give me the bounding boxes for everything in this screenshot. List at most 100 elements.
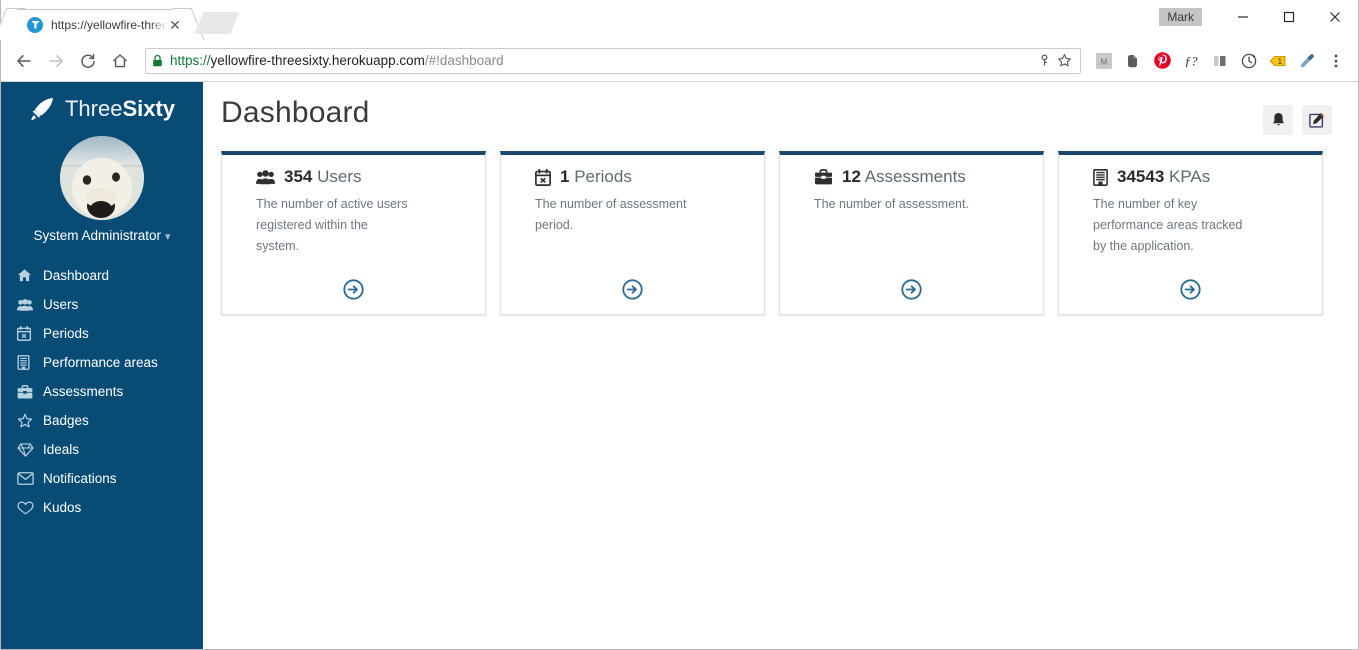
sidebar-item-notifications[interactable]: Notifications [1, 464, 203, 493]
sidebar-item-label: Assessments [43, 384, 124, 399]
card-title: 34543 KPAs [1117, 167, 1210, 187]
card-number: 354 [284, 167, 313, 186]
stat-cards: 354 Users The number of active users reg… [217, 151, 1332, 315]
stat-card-users[interactable]: 354 Users The number of active users reg… [221, 151, 486, 315]
chrome-menu-icon[interactable] [1322, 47, 1350, 75]
sidebar-item-assessments[interactable]: Assessments [1, 377, 203, 406]
evernote-extension-icon[interactable] [1119, 47, 1147, 75]
stat-card-kpas[interactable]: 34543 KPAs The number of key performance… [1058, 151, 1323, 315]
url-host: yellowfire-threesixty.herokuapp.com [210, 53, 425, 68]
address-bar[interactable]: https://yellowfire-threesixty.herokuapp.… [145, 47, 1081, 74]
split-view-extension-icon[interactable] [1206, 47, 1234, 75]
maximize-button[interactable] [1266, 0, 1312, 34]
mark-label: Mark [1159, 8, 1202, 26]
svg-text:1: 1 [1278, 57, 1283, 66]
sidebar-item-label: Ideals [43, 442, 80, 457]
briefcase-icon [814, 169, 833, 185]
edit-dashboard-button[interactable] [1302, 105, 1332, 135]
users-group-icon [17, 298, 43, 312]
browser-window: https://yellowfire-threesi ✕ Mark https:… [0, 0, 1359, 650]
tab-title: https://yellowfire-threesi [51, 17, 167, 32]
url-path: /#!dashboard [424, 53, 504, 68]
sidebar-item-performance-areas[interactable]: Performance areas [1, 348, 203, 377]
tab-close-icon[interactable]: ✕ [167, 17, 183, 33]
brand-text-light: Three [64, 96, 123, 121]
card-label: Users [317, 167, 362, 186]
history-extension-icon[interactable] [1235, 47, 1263, 75]
forward-button[interactable] [41, 46, 71, 76]
calendar-x-icon [17, 326, 43, 341]
card-footer [515, 279, 750, 304]
briefcase-icon [17, 384, 43, 399]
stat-card-assessments[interactable]: 12 Assessments The number of assessment. [779, 151, 1044, 315]
sidebar-item-label: Periods [43, 326, 89, 341]
sidebar-item-label: Performance areas [43, 355, 158, 370]
sidebar-item-label: Kudos [43, 500, 82, 515]
app-root: ThreeSixty System Administrator ▾ Dashbo… [1, 82, 1358, 649]
card-footer [794, 279, 1029, 304]
sidebar-item-kudos[interactable]: Kudos [1, 493, 203, 522]
home-icon [17, 268, 43, 283]
card-description: The number of key performance areas trac… [1093, 197, 1243, 253]
page-header: Dashboard [217, 96, 1332, 135]
fontface-ninja-extension-icon[interactable]: ƒ? [1177, 47, 1205, 75]
list-building-icon [17, 355, 43, 370]
browser-tab[interactable]: https://yellowfire-threesi ✕ [9, 9, 189, 40]
card-footer [236, 279, 471, 304]
sidebar-item-dashboard[interactable]: Dashboard [1, 261, 203, 290]
brand-logo[interactable]: ThreeSixty [1, 96, 203, 122]
brand-text: ThreeSixty [65, 96, 175, 122]
sidebar-item-ideals[interactable]: Ideals [1, 435, 203, 464]
sidebar-item-label: Users [43, 297, 79, 312]
svg-text:M: M [1101, 57, 1108, 66]
stat-card-periods[interactable]: 1 Periods The number of assessment perio… [500, 151, 765, 315]
card-number: 34543 [1117, 167, 1165, 186]
sidebar-item-label: Badges [43, 413, 89, 428]
circle-arrow-right-icon[interactable] [343, 279, 364, 300]
new-tab-button[interactable] [194, 12, 240, 34]
bookmark-star-icon[interactable] [1054, 53, 1074, 68]
sidebar: ThreeSixty System Administrator ▾ Dashbo… [1, 82, 203, 649]
browser-titlebar: https://yellowfire-threesi ✕ Mark [1, 0, 1358, 40]
card-header: 12 Assessments [794, 167, 1029, 187]
reload-button[interactable] [73, 46, 103, 76]
mendeley-extension-icon[interactable]: M [1090, 47, 1118, 75]
tag-extension-icon[interactable]: 1 [1264, 47, 1292, 75]
rocket-icon [29, 97, 55, 121]
user-menu[interactable]: System Administrator ▾ [1, 228, 203, 243]
tab-strip: https://yellowfire-threesi ✕ [1, 0, 240, 40]
close-button[interactable] [1312, 0, 1358, 34]
sidebar-item-badges[interactable]: Badges [1, 406, 203, 435]
card-title: 12 Assessments [842, 167, 966, 187]
card-title: 354 Users [284, 167, 362, 187]
window-controls: Mark [1159, 0, 1358, 34]
back-button[interactable] [9, 46, 39, 76]
circle-arrow-right-icon[interactable] [1180, 279, 1201, 300]
tab-top-edge [17, 9, 181, 10]
card-footer [1073, 279, 1308, 304]
notifications-bell-button[interactable] [1263, 105, 1293, 135]
card-header: 34543 KPAs [1073, 167, 1308, 187]
star-outline-icon [17, 413, 43, 428]
sidebar-item-label: Notifications [43, 471, 117, 486]
envelope-icon [17, 472, 43, 485]
password-key-icon[interactable] [1034, 54, 1054, 67]
sidebar-item-users[interactable]: Users [1, 290, 203, 319]
building-icon [1093, 168, 1108, 186]
pinterest-extension-icon[interactable] [1148, 47, 1176, 75]
sidebar-nav: Dashboard Users Periods Performance area… [1, 261, 203, 522]
minimize-button[interactable] [1220, 0, 1266, 34]
eyedropper-extension-icon[interactable] [1293, 47, 1321, 75]
user-avatar[interactable] [60, 136, 144, 220]
url-scheme: https:// [170, 53, 211, 68]
page-title: Dashboard [221, 96, 370, 129]
brand-text-bold: Sixty [122, 96, 176, 121]
card-description: The number of active users registered wi… [256, 197, 408, 253]
circle-arrow-right-icon[interactable] [901, 279, 922, 300]
home-button[interactable] [105, 46, 135, 76]
card-header: 1 Periods [515, 167, 750, 187]
sidebar-item-periods[interactable]: Periods [1, 319, 203, 348]
card-title: 1 Periods [560, 167, 632, 187]
circle-arrow-right-icon[interactable] [622, 279, 643, 300]
main-content: Dashboard 354 Users The number of active… [203, 82, 1358, 649]
